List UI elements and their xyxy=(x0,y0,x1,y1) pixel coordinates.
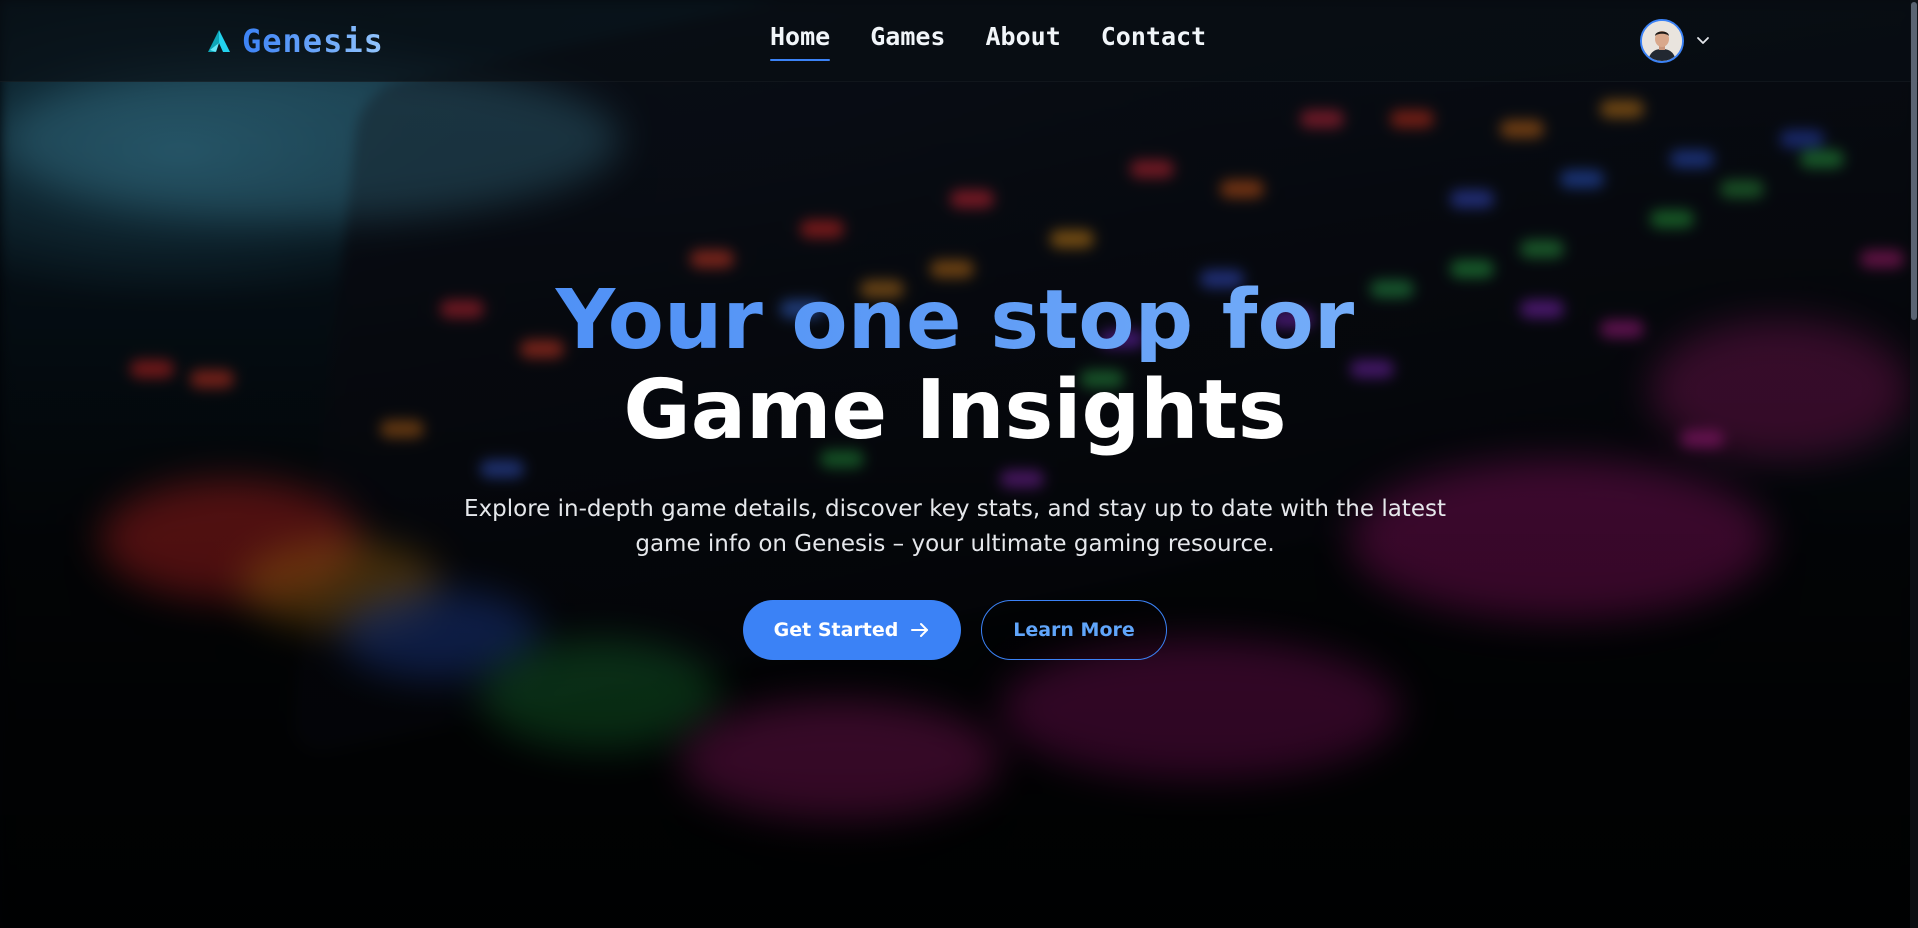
scrollbar-thumb[interactable] xyxy=(1911,2,1917,320)
hero-actions: Get Started Learn More xyxy=(743,600,1167,660)
hero-headline-line2: Game Insights xyxy=(623,363,1287,458)
hero-headline-line1: Your one stop for xyxy=(0,280,1910,362)
get-started-label: Get Started xyxy=(773,619,899,641)
top-navbar: Genesis Home Games About Contact xyxy=(0,0,1918,82)
hero-subtitle: Explore in-depth game details, discover … xyxy=(464,496,1446,557)
page: Genesis Home Games About Contact Your on… xyxy=(0,0,1918,928)
learn-more-label: Learn More xyxy=(1013,619,1135,641)
nav-link-contact[interactable]: Contact xyxy=(1101,22,1206,57)
brand-name: Genesis xyxy=(242,22,384,60)
user-avatar[interactable] xyxy=(1640,19,1684,63)
arrow-right-icon xyxy=(911,623,929,637)
get-started-button[interactable]: Get Started xyxy=(743,600,961,660)
user-menu-button[interactable] xyxy=(1640,19,1710,63)
nav-link-home[interactable]: Home xyxy=(770,22,831,61)
genesis-logo-icon xyxy=(208,30,230,52)
hero-section: Your one stop for Game Insights Explore … xyxy=(0,0,1918,928)
learn-more-button[interactable]: Learn More xyxy=(981,600,1167,660)
page-scrollbar[interactable] xyxy=(1910,0,1918,928)
nav-link-games[interactable]: Games xyxy=(870,22,945,57)
nav-links: Home Games About Contact xyxy=(770,22,1206,61)
brand-logo-link[interactable]: Genesis xyxy=(206,22,384,60)
nav-link-about[interactable]: About xyxy=(985,22,1060,57)
chevron-down-icon[interactable] xyxy=(1696,36,1710,46)
